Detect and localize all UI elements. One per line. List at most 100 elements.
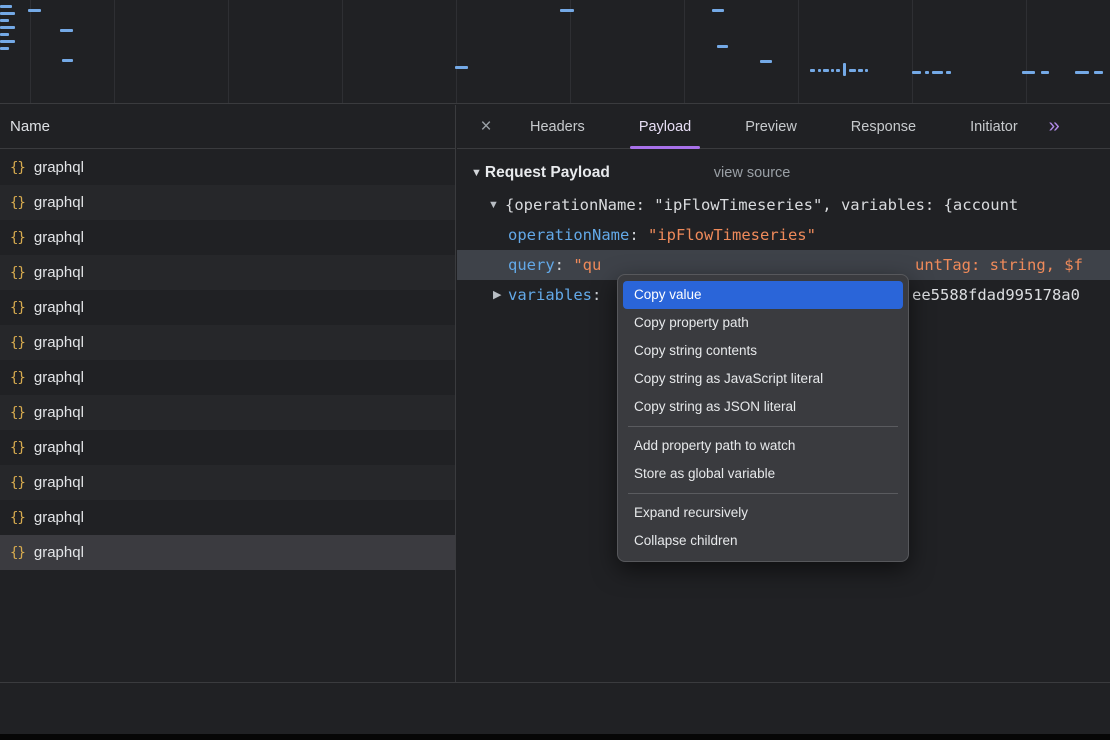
panel-divider[interactable]: [455, 105, 456, 683]
view-source-link[interactable]: view source: [714, 165, 791, 181]
request-row[interactable]: {}graphql: [0, 360, 455, 395]
section-title: Request Payload: [485, 164, 610, 182]
request-name-label: graphql: [34, 159, 84, 176]
timeline-bar: [1094, 71, 1103, 74]
timeline-bar: [1041, 71, 1049, 74]
timeline-bar: [865, 69, 868, 72]
request-row[interactable]: {} graphql: [0, 395, 455, 430]
timeline-bar: [0, 47, 9, 50]
request-name-label: graphql: [34, 544, 84, 561]
json-braces-icon: {}: [10, 545, 25, 561]
request-row[interactable]: {} graphql: [0, 465, 455, 500]
context-menu-item[interactable]: Copy string as JSON literal: [623, 393, 903, 421]
key-separator: :: [592, 286, 601, 304]
collapse-caret-icon[interactable]: ▼: [488, 190, 499, 220]
property-key: operationName: [508, 226, 629, 244]
timeline-bar: [0, 5, 12, 8]
name-column-label: Name: [10, 118, 50, 135]
context-menu-item[interactable]: Add property path to watch: [623, 432, 903, 460]
json-braces-icon: {}: [10, 195, 25, 211]
timeline-bar: [560, 9, 574, 12]
property-key: variables: [508, 286, 592, 304]
tab-headers[interactable]: Headers: [503, 105, 612, 149]
request-row[interactable]: {} graphql: [0, 185, 455, 220]
expand-caret-icon[interactable]: ▶: [493, 280, 501, 310]
timeline-bar: [1022, 71, 1035, 74]
json-braces-icon: {}: [10, 160, 25, 176]
request-row[interactable]: {}graphql: [0, 290, 455, 325]
key-separator: :: [629, 226, 648, 244]
payload-root-row[interactable]: ▼ {operationName: "ipFlowTimeseries", va…: [457, 190, 1110, 220]
timeline-bar: [912, 71, 921, 74]
request-name-label: graphql: [34, 474, 84, 491]
request-name-label: graphql: [34, 229, 84, 246]
property-value-end: untTag: string, $f: [915, 250, 1083, 280]
tab-overflow-chevron-icon[interactable]: »: [1049, 115, 1060, 138]
timeline-bar: [849, 69, 856, 72]
context-menu-item[interactable]: Copy string as JavaScript literal: [623, 365, 903, 393]
timeline-bar: [455, 66, 468, 69]
json-braces-icon: {}: [10, 335, 25, 351]
timeline-bar: [712, 9, 724, 12]
tab-preview[interactable]: Preview: [718, 105, 824, 149]
request-name-label: graphql: [34, 369, 84, 386]
payload-row-operationname[interactable]: operationName: "ipFlowTimeseries": [457, 220, 1110, 250]
payload-section-header: ▼ Request Payload view source: [471, 164, 1110, 182]
request-name-label: graphql: [34, 404, 84, 421]
request-name-label: graphql: [34, 334, 84, 351]
json-braces-icon: {}: [10, 265, 25, 281]
context-menu-item[interactable]: Copy string contents: [623, 337, 903, 365]
json-braces-icon: {}: [10, 300, 25, 316]
context-menu-item[interactable]: Copy value: [623, 281, 903, 309]
request-list: {} graphql {} graphql {} graphql {} graphql {} gr…: [0, 150, 455, 570]
timeline-bar: [0, 12, 15, 15]
context-menu-item[interactable]: Copy property path: [623, 309, 903, 337]
menu-divider: [628, 426, 898, 427]
json-braces-icon: {}: [10, 475, 25, 491]
context-menu-item[interactable]: Expand recursively: [623, 499, 903, 527]
tab-list: HeadersPayloadPreviewResponseInitiator: [503, 105, 1045, 148]
timeline-bar: [946, 71, 951, 74]
timeline-bar: [717, 45, 728, 48]
timeline-bar: [925, 71, 929, 74]
timeline-bar: [818, 69, 821, 72]
request-row[interactable]: {} graphql: [0, 325, 455, 360]
request-row[interactable]: {}graphql: [0, 430, 455, 465]
request-name-label: graphql: [34, 509, 84, 526]
timeline-bar: [0, 19, 9, 22]
tab-response[interactable]: Response: [824, 105, 943, 149]
key-separator: :: [555, 256, 574, 274]
json-braces-icon: {}: [10, 510, 25, 526]
timeline-bar: [823, 69, 829, 72]
tab-payload[interactable]: Payload: [612, 105, 718, 149]
collapse-caret-icon[interactable]: ▼: [471, 167, 482, 179]
request-row[interactable]: {} graphql: [0, 535, 455, 570]
bottom-edge-bar: [0, 734, 1110, 740]
network-overview-strip[interactable]: [0, 0, 1110, 104]
context-menu-item[interactable]: Store as global variable: [623, 460, 903, 488]
json-braces-icon: {}: [10, 440, 25, 456]
context-menu-item[interactable]: Collapse children: [623, 527, 903, 555]
timeline-bar: [0, 40, 15, 43]
timeline-bar: [0, 26, 15, 29]
request-row[interactable]: {}graphql: [0, 220, 455, 255]
property-value-end: ee5588fdad995178a0: [912, 280, 1080, 310]
request-row[interactable]: {}graphql: [0, 255, 455, 290]
root-object-preview: {operationName: "ipFlowTimeseries", vari…: [505, 196, 1018, 214]
request-row[interactable]: {} graphql: [0, 150, 455, 185]
name-column-header[interactable]: Name: [0, 105, 455, 149]
timeline-bar: [1075, 71, 1089, 74]
timeline-bar: [810, 69, 815, 72]
json-braces-icon: {}: [10, 405, 25, 421]
context-menu: Copy valueCopy property pathCopy string …: [617, 274, 909, 562]
tab-initiator[interactable]: Initiator: [943, 105, 1045, 149]
details-tabbar: × HeadersPayloadPreviewResponseInitiator…: [457, 105, 1110, 149]
close-icon[interactable]: ×: [469, 116, 503, 138]
menu-divider: [628, 493, 898, 494]
request-row[interactable]: {} graphql: [0, 500, 455, 535]
request-name-label: graphql: [34, 194, 84, 211]
timeline-bar: [60, 29, 73, 32]
property-value-start: "qu: [573, 256, 601, 274]
timeline-bar: [836, 69, 840, 72]
timeline-bar: [831, 69, 834, 72]
